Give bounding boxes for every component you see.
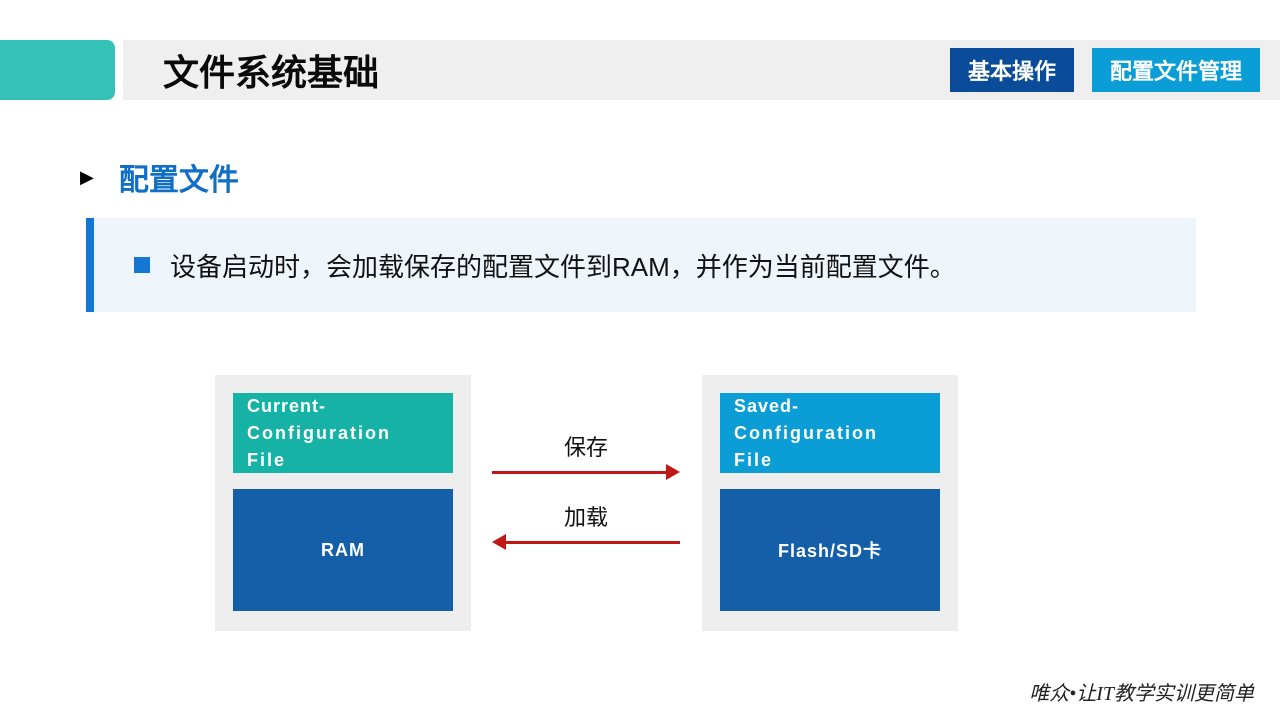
square-bullet-icon <box>134 257 150 273</box>
tab-config-mgmt[interactable]: 配置文件管理 <box>1092 48 1260 92</box>
current-config-box: Current- Configuration File <box>233 393 453 473</box>
header-tabs: 基本操作 配置文件管理 <box>950 48 1260 92</box>
arrow-right-icon <box>492 464 680 480</box>
flash-box: Flash/SD卡 <box>720 489 940 611</box>
header-accent-block <box>0 40 115 100</box>
save-arrow-label: 保存 <box>492 430 680 462</box>
flash-card: Saved- Configuration File Flash/SD卡 <box>702 375 958 631</box>
config-diagram: Current- Configuration File RAM Saved- C… <box>0 375 1280 635</box>
section-title: 配置文件 <box>119 155 239 199</box>
section-heading: ▶ 配置文件 <box>80 155 239 199</box>
save-arrow-row: 保存 <box>492 430 680 480</box>
arrow-group: 保存 加载 <box>492 430 680 560</box>
load-arrow-row: 加载 <box>492 500 680 550</box>
footer-tagline: 唯众•让IT教学实训更简单 <box>1029 677 1254 706</box>
saved-config-box: Saved- Configuration File <box>720 393 940 473</box>
ram-card: Current- Configuration File RAM <box>215 375 471 631</box>
load-arrow-label: 加载 <box>492 500 680 532</box>
saved-config-line1: Saved- <box>734 393 926 420</box>
ram-box: RAM <box>233 489 453 611</box>
current-config-line1: Current- <box>247 393 439 420</box>
tab-basic-ops[interactable]: 基本操作 <box>950 48 1074 92</box>
info-text: 设备启动时，会加载保存的配置文件到RAM，并作为当前配置文件。 <box>170 247 956 284</box>
saved-config-line2: Configuration File <box>734 420 926 474</box>
current-config-line2: Configuration File <box>247 420 439 474</box>
page-title: 文件系统基础 <box>123 44 379 96</box>
header-bar: 文件系统基础 基本操作 配置文件管理 <box>0 40 1280 100</box>
arrow-left-icon <box>492 534 680 550</box>
header-title-bar: 文件系统基础 基本操作 配置文件管理 <box>123 40 1280 100</box>
info-callout: 设备启动时，会加载保存的配置文件到RAM，并作为当前配置文件。 <box>86 218 1196 312</box>
triangle-bullet-icon: ▶ <box>80 167 94 188</box>
